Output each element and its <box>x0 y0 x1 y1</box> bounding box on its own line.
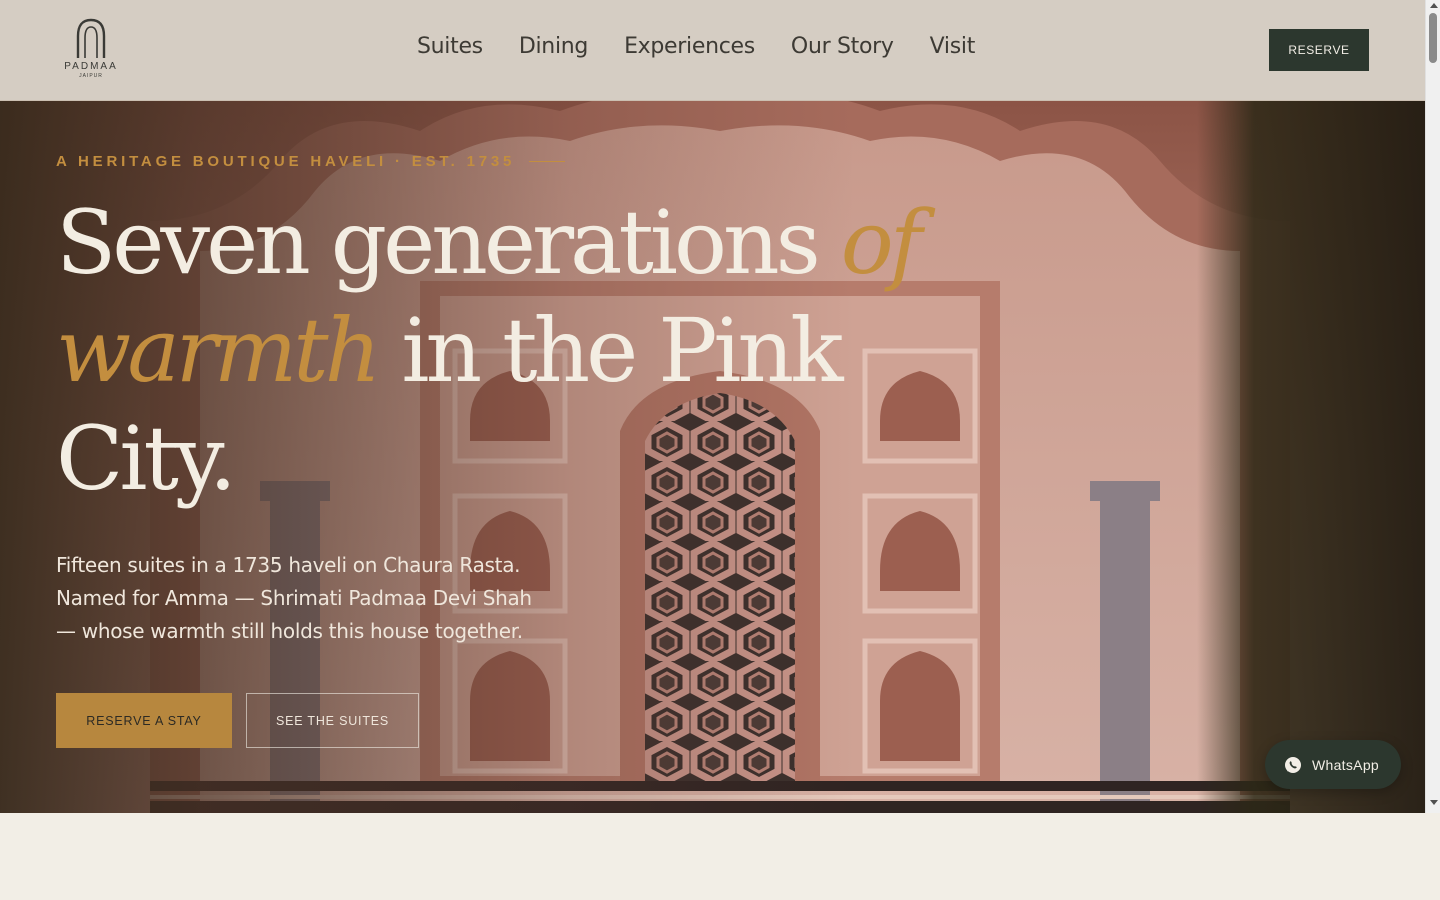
whatsapp-icon <box>1285 756 1301 773</box>
nav-item-experiences[interactable]: Experiences <box>624 34 755 59</box>
scroll-thumb[interactable] <box>1429 13 1437 63</box>
arch-logo-icon <box>76 18 106 58</box>
hero-headline: Seven generations of warmth in the Pink … <box>56 189 936 513</box>
main-nav: Suites Dining Experiences Our Story Visi… <box>417 34 975 59</box>
headline-accent-1: of <box>840 191 923 294</box>
see-suites-button[interactable]: SEE THE SUITES <box>246 693 419 748</box>
headline-accent-2: warmth <box>56 299 381 402</box>
eyebrow-divider <box>529 161 566 162</box>
headline-part-1: Seven generations <box>56 191 841 294</box>
brand-location: JAIPUR <box>79 73 103 79</box>
whatsapp-label: WhatsApp <box>1312 756 1379 773</box>
reserve-stay-button[interactable]: RESERVE A STAY <box>56 693 232 748</box>
hero-eyebrow-text: A HERITAGE BOUTIQUE HAVELI · EST. 1735 <box>56 153 516 170</box>
page-scrollbar[interactable] <box>1425 0 1440 813</box>
brand-logo[interactable]: PADMAA JAIPUR <box>64 18 118 80</box>
whatsapp-button[interactable]: WhatsApp <box>1265 740 1401 789</box>
hero-eyebrow: A HERITAGE BOUTIQUE HAVELI · EST. 1735 <box>56 153 566 170</box>
nav-item-dining[interactable]: Dining <box>519 34 589 59</box>
nav-item-our-story[interactable]: Our Story <box>791 34 894 59</box>
hero-section: A HERITAGE BOUTIQUE HAVELI · EST. 1735 S… <box>0 101 1425 813</box>
brand-name: PADMAA <box>64 61 118 72</box>
next-section <box>0 813 1440 900</box>
hero-lede: Fifteen suites in a 1735 haveli on Chaur… <box>56 553 532 643</box>
site-header: PADMAA JAIPUR Suites Dining Experiences … <box>0 0 1425 101</box>
nav-item-suites[interactable]: Suites <box>417 34 483 59</box>
scroll-up-arrow-icon[interactable] <box>1430 3 1438 8</box>
scroll-down-arrow-icon[interactable] <box>1430 800 1438 805</box>
nav-item-visit[interactable]: Visit <box>930 34 976 59</box>
reserve-button[interactable]: RESERVE <box>1269 29 1369 71</box>
